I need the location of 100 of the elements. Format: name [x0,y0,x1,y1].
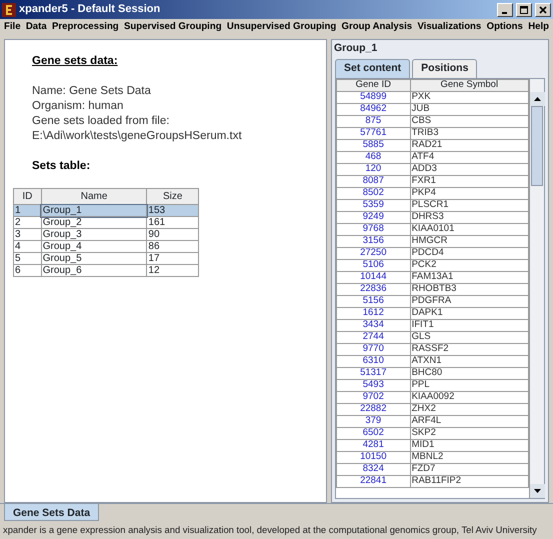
column-header[interactable]: Size [146,188,198,204]
menu-item[interactable]: Unsupervised Grouping [226,20,336,35]
gene-symbol-cell: DAPK1 [410,307,528,319]
gene-id-cell: 22882 [336,403,410,415]
table-cell: Group_1 [41,204,147,216]
menu-item[interactable]: Options [486,20,523,35]
gene-id-cell: 468 [336,151,410,163]
status-text: xpander is a gene expression analysis and visualization tool, developed at the computational genomics group, Tel Aviv University [2,523,538,537]
gene-symbol-cell: HMGCR [410,235,528,247]
menu-item[interactable]: Preprocessing [52,20,119,35]
gene-id-cell: 5359 [336,199,410,211]
tab[interactable]: Positions [412,58,478,78]
gene-id-cell: 9249 [336,211,410,223]
table-cell: Group_2 [41,216,147,228]
gene-id-cell: 27250 [336,247,410,259]
info-text: Name: Gene Sets Data [32,84,152,99]
tab[interactable]: Gene Sets Data [4,504,100,521]
gene-id-cell: 5885 [336,139,410,151]
table-cell: Group_5 [41,252,147,264]
info-text: Organism: human [32,99,124,114]
gene-symbol-cell: JUB [410,103,528,115]
table-cell: 2 [14,216,42,228]
gene-id-cell: 5156 [336,295,410,307]
gene-id-cell: 4281 [336,439,410,451]
minimize-icon [502,12,508,14]
gene-id-cell: 57761 [336,127,410,139]
minimize-button[interactable] [497,2,513,16]
gene-id-cell: 10150 [336,451,410,463]
gene-id-cell: 9768 [336,223,410,235]
gene-symbol-cell: KIAA0101 [410,223,528,235]
gene-symbol-cell: RASSF2 [410,343,528,355]
menu-item[interactable]: Help [528,20,549,35]
gene-symbol-cell: RHOBTB3 [410,283,528,295]
column-header[interactable]: Gene ID [336,79,410,91]
app-logo-icon [2,2,16,16]
table-row[interactable]: 4 Group_4 86 [14,240,198,252]
close-button[interactable] [535,2,551,16]
gene-id-cell: 5493 [336,379,410,391]
gene-symbol-cell: ATXN1 [410,355,528,367]
gene-symbol-cell: PDCD4 [410,247,528,259]
gene-id-cell: 54899 [336,91,410,103]
gene-symbol-cell: MID1 [410,439,528,451]
table-row[interactable]: 3 Group_3 90 [14,228,198,240]
table-cell: Group_4 [41,240,147,252]
gene-symbol-cell: SKP2 [410,427,528,439]
column-header[interactable]: Name [41,188,147,204]
menu-item[interactable]: Data [26,20,47,35]
table-row[interactable]: 5 Group_5 17 [14,252,198,264]
table-cell: Group_6 [41,264,147,276]
close-icon [538,4,548,14]
gene-id-cell: 8502 [336,187,410,199]
gene-id-cell: 120 [336,163,410,175]
menu-item[interactable]: Supervised Grouping [124,20,222,35]
gene-id-cell: 875 [336,115,410,127]
table-cell: 90 [146,228,198,240]
menu-item[interactable]: Group Analysis [342,20,412,35]
menu-item[interactable]: File [4,20,21,35]
gene-id-cell: 10144 [336,271,410,283]
gene-id-cell: 9702 [336,391,410,403]
gene-id-cell: 3156 [336,235,410,247]
gene-id-cell: 8087 [336,175,410,187]
menu-item[interactable]: Visualizations [417,20,482,35]
scroll-down-icon[interactable] [530,484,545,498]
column-header[interactable]: Gene Symbol [410,79,528,91]
maximize-button[interactable] [516,2,532,16]
gene-id-cell: 3434 [336,319,410,331]
maximize-icon [519,4,529,14]
gene-id-cell: 22836 [336,283,410,295]
panel-title: Group_1 [333,41,378,56]
gene-symbol-cell: FXR1 [410,175,528,187]
table-cell: 12 [146,264,198,276]
gene-id-cell: 2744 [336,331,410,343]
table-cell: 6 [14,264,42,276]
gene-symbol-cell: RAB11FIP2 [410,475,528,487]
info-text: Gene sets loaded from file: [32,114,170,129]
table-cell: 5 [14,252,42,264]
table-row[interactable]: 2 Group_2 161 [14,216,198,228]
gene-id-cell: 6502 [336,427,410,439]
scroll-up-icon[interactable] [530,92,545,106]
gene-symbol-cell: DHRS3 [410,211,528,223]
tab[interactable]: Set content [335,58,410,78]
table-cell: 86 [146,240,198,252]
table-cell: 3 [14,228,42,240]
table-row[interactable]: 6 Group_6 12 [14,264,198,276]
table-cell: 4 [14,240,42,252]
gene-symbol-cell: ZHX2 [410,403,528,415]
gene-symbol-cell: PLSCR1 [410,199,528,211]
gene-symbol-cell: CBS [410,115,528,127]
scrollbar[interactable] [529,78,544,498]
gene-symbol-cell: ADD3 [410,163,528,175]
column-header[interactable]: ID [14,188,42,204]
gene-id-cell: 84962 [336,103,410,115]
table-row[interactable]: 1 Group_1 153 [14,204,198,216]
gene-symbol-cell: TRIB3 [410,127,528,139]
section-heading: Gene sets data: [32,54,119,69]
table-cell: 161 [146,216,198,228]
gene-id-cell: 51317 [336,367,410,379]
scroll-thumb[interactable] [531,106,543,186]
gene-symbol-cell: RAD21 [410,139,528,151]
gene-symbol-cell: PXK [410,91,528,103]
